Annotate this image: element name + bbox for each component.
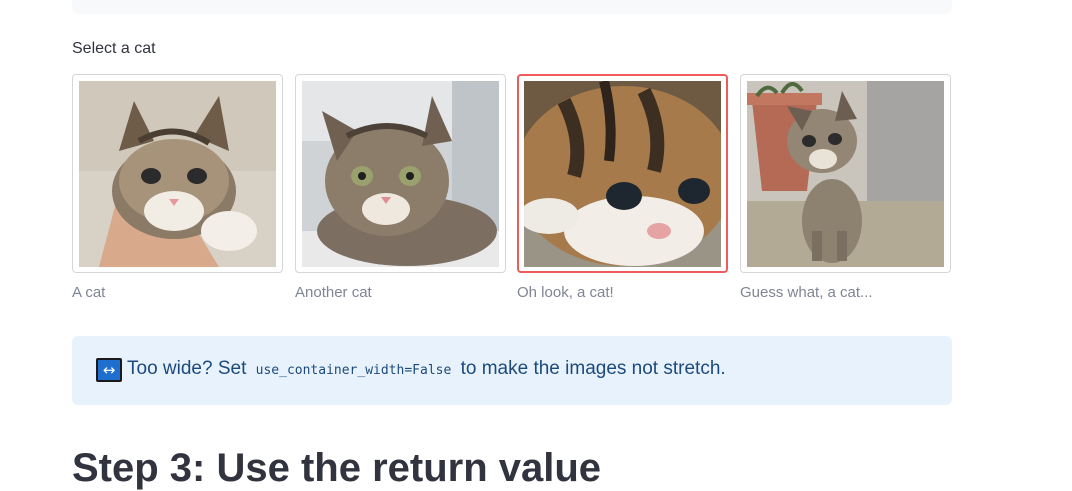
cat-image-3 bbox=[524, 81, 721, 267]
cat-image-option-2[interactable] bbox=[295, 74, 506, 273]
image-select-label: Select a cat bbox=[72, 40, 156, 57]
inline-code: use_container_width=False bbox=[255, 363, 452, 378]
info-alert: ↔ Too wide? Set use_container_width=Fals… bbox=[72, 336, 952, 405]
cat-image-caption-3: Oh look, a cat! bbox=[517, 284, 614, 301]
info-text-before: Too wide? Set bbox=[127, 358, 252, 379]
left-right-arrow-icon: ↔ bbox=[96, 358, 122, 382]
cat-image-option-3[interactable] bbox=[517, 74, 728, 273]
cat-image-2 bbox=[302, 81, 499, 267]
cat-image-option-4[interactable] bbox=[740, 74, 951, 273]
cat-image-1 bbox=[79, 81, 276, 267]
section-heading: Step 3: Use the return value bbox=[72, 446, 602, 490]
cat-image-4 bbox=[747, 81, 944, 267]
cat-image-caption-2: Another cat bbox=[295, 284, 372, 301]
info-alert-text: Too wide? Set use_container_width=False … bbox=[127, 358, 726, 380]
cat-image-caption-4: Guess what, a cat... bbox=[740, 284, 873, 301]
cat-image-caption-1: A cat bbox=[72, 284, 106, 301]
cat-image-option-1[interactable] bbox=[72, 74, 283, 273]
info-text-after: to make the images not stretch. bbox=[455, 358, 726, 379]
previous-code-block bbox=[72, 0, 952, 14]
